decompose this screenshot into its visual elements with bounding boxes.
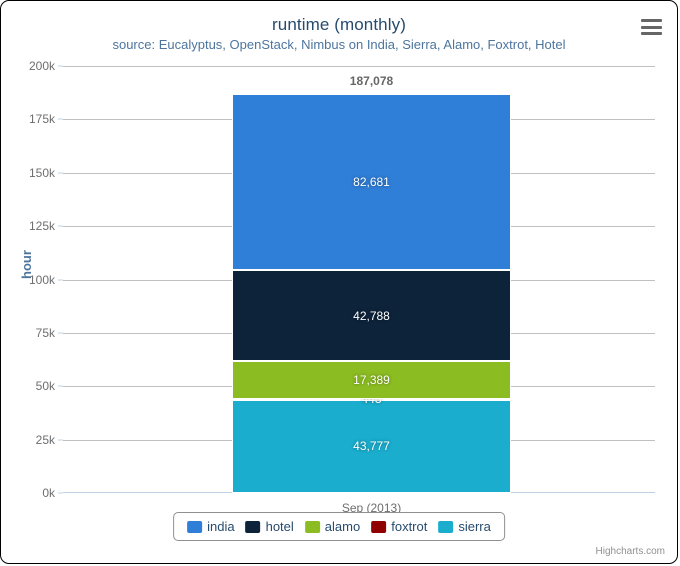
data-label-alamo: 17,389 (353, 373, 390, 388)
y-axis-tickmark (58, 279, 63, 280)
stack-segment-hotel[interactable]: 42,788 (232, 270, 511, 362)
y-axis-tick-label: 150k (28, 165, 55, 180)
y-axis-tickmark (58, 172, 63, 174)
legend-label: foxtrot (391, 519, 428, 534)
credits-link[interactable]: Highcharts.com (596, 546, 665, 557)
legend-swatch-foxtrot (371, 520, 387, 533)
data-label-hotel: 42,788 (353, 308, 390, 323)
y-axis-tickmark (58, 65, 63, 67)
stacked-column: 187,078 43,77744317,38942,78882,681 (232, 66, 511, 493)
legend-item-foxtrot[interactable]: foxtrot (371, 519, 427, 534)
y-axis-tick-label: 25k (35, 432, 55, 447)
stack-total-label: 187,078 (349, 73, 394, 88)
stack-segment-sierra[interactable]: 43,777 (232, 399, 511, 493)
y-axis-tickmark (58, 385, 63, 387)
legend-label: hotel (265, 519, 294, 534)
y-axis-tickmark (58, 439, 63, 441)
menu-bar-middle (640, 25, 662, 29)
menu-bar-bottom (640, 32, 662, 35)
y-axis-tickmark (58, 118, 63, 120)
legend-label: sierra (458, 519, 491, 534)
y-axis-tick-label: 175k (28, 112, 55, 127)
data-label-sierra: 43,777 (353, 439, 390, 454)
y-axis-tick-label: 125k (28, 219, 55, 234)
stack-segment-india[interactable]: 82,681 (232, 93, 511, 271)
y-axis-tick-label: 75k (35, 325, 55, 340)
data-label-india: 82,681 (353, 174, 390, 189)
chart-title: runtime (monthly) (272, 15, 406, 34)
plot-area: 200k 175k 150k 125k 100k 75k 50k 25k 0k 187,078 … (29, 59, 655, 515)
y-axis-tick-label: 50k (35, 379, 55, 394)
menu-bar-top (640, 19, 662, 22)
y-axis-tickmark (58, 332, 63, 334)
legend: india hotel alamo foxtrot sierra (173, 512, 505, 541)
legend-swatch-hotel (245, 520, 261, 533)
legend-label: alamo (324, 519, 361, 534)
stack-segment-alamo[interactable]: 17,389 (232, 361, 511, 399)
chart-container: runtime (monthly) source: Eucalyptus, Op… (0, 0, 678, 564)
y-axis-tick-label: 200k (28, 59, 55, 73)
legend-label: india (207, 519, 235, 534)
chart-subtitle: source: Eucalyptus, OpenStack, Nimbus on… (112, 37, 566, 52)
legend-item-alamo[interactable]: alamo (304, 519, 361, 534)
hamburger-menu-icon[interactable] (639, 16, 663, 38)
y-axis-tickmark (58, 225, 63, 227)
y-axis-tick-label: 0k (42, 486, 55, 500)
legend-item-sierra[interactable]: sierra (438, 519, 491, 534)
legend-swatch-india (187, 520, 203, 533)
legend-item-hotel[interactable]: hotel (245, 519, 294, 534)
legend-swatch-sierra (438, 520, 454, 533)
legend-item-india[interactable]: india (187, 519, 235, 534)
legend-swatch-alamo (304, 520, 320, 533)
y-axis-tick-label: 100k (28, 272, 55, 287)
